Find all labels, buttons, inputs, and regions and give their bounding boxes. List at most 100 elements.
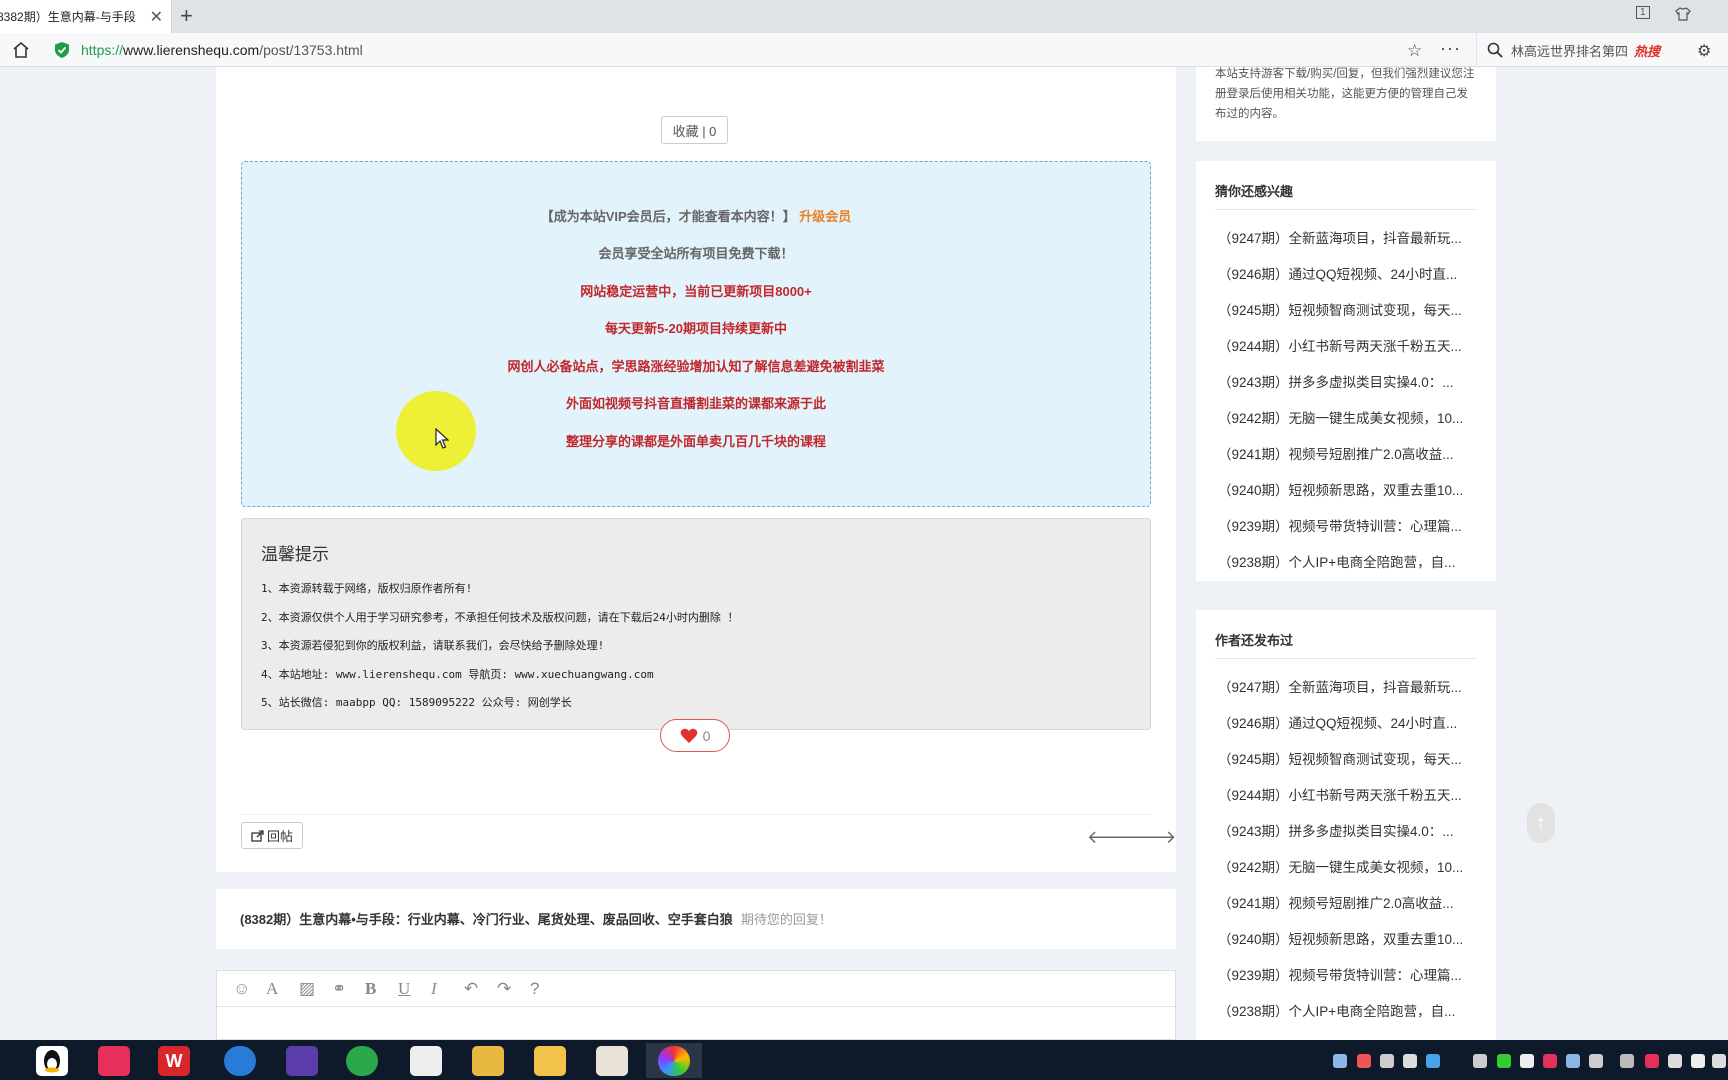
taskbar-app-3[interactable]	[274, 1043, 330, 1078]
url-protocol: https://	[81, 42, 124, 58]
home-icon[interactable]	[12, 41, 30, 59]
taskbar-app-qq[interactable]	[24, 1043, 80, 1078]
tray-icon[interactable]	[1426, 1054, 1440, 1068]
related-post-link[interactable]: （9242期）无脑一键生成美女视频，10...	[1218, 407, 1463, 427]
vip-head-line: 【成为本站VIP会员后，才能查看本内容！】 升级会员	[242, 206, 1150, 225]
upgrade-member-link[interactable]: 升级会员	[799, 209, 851, 224]
tray-icon[interactable]	[1520, 1054, 1534, 1068]
tray-icon[interactable]	[1333, 1054, 1347, 1068]
back-to-top-button[interactable]: ↑	[1527, 803, 1555, 843]
related-post-link[interactable]: （9239期）视频号带货特训营：心理篇...	[1218, 515, 1462, 535]
app-icon	[596, 1045, 628, 1076]
tray-icon[interactable]	[1645, 1054, 1659, 1068]
tray-icon[interactable]	[1691, 1054, 1705, 1068]
url-field[interactable]: https://www.lierenshequ.com/post/13753.h…	[81, 42, 363, 58]
taskbar-app-4[interactable]	[334, 1043, 390, 1078]
shirt-icon[interactable]	[1675, 7, 1691, 21]
tip-item: 4、本站地址: www.lierenshequ.com 导航页: www.xue…	[261, 668, 654, 681]
author-post-link[interactable]: （9246期）通过QQ短视频、24小时直...	[1218, 712, 1457, 732]
tray-icon[interactable]	[1566, 1054, 1580, 1068]
related-post-link[interactable]: （9245期）短视频智商测试变现，每天...	[1218, 299, 1462, 319]
author-post-link[interactable]: （9239期）视频号带货特训营：心理篇...	[1218, 964, 1462, 984]
bold-icon[interactable]: B	[365, 979, 398, 999]
taskbar-app-7[interactable]	[584, 1043, 640, 1078]
favorite-button[interactable]: 收藏 | 0	[661, 116, 728, 144]
tray-icon[interactable]	[1403, 1054, 1417, 1068]
tray-icon[interactable]	[1543, 1054, 1557, 1068]
new-tab-icon[interactable]: +	[180, 3, 193, 29]
taskbar-app-6[interactable]	[522, 1043, 578, 1078]
more-icon[interactable]: ···	[1440, 38, 1461, 59]
related-posts-title: 猜你还感兴趣	[1215, 184, 1294, 199]
help-icon[interactable]: ?	[530, 979, 563, 999]
tab-count-badge[interactable]: 1	[1636, 6, 1650, 19]
taskbar-app-browser[interactable]	[646, 1043, 702, 1078]
font-icon[interactable]: A	[266, 979, 299, 999]
app-icon	[346, 1045, 378, 1076]
next-post-icon[interactable]: 🡒	[1128, 827, 1176, 848]
author-post-link[interactable]: （9247期）全新蓝海项目，抖音最新玩...	[1218, 676, 1462, 696]
address-bar: https://www.lierenshequ.com/post/13753.h…	[0, 33, 1728, 67]
underline-icon[interactable]: U	[398, 979, 431, 999]
editor-toolbar: ☺ A ▨ ⚭ B U I ↶ ↷ ?	[217, 971, 1175, 1007]
wps-icon: W	[158, 1045, 190, 1076]
related-post-link[interactable]: （9241期）视频号短剧推广2.0高收益...	[1218, 443, 1454, 463]
related-post-link[interactable]: （9243期）拼多多虚拟类目实操4.0：...	[1218, 371, 1454, 391]
related-post-link[interactable]: （9246期）通过QQ短视频、24小时直...	[1218, 263, 1457, 283]
tip-item: 2、本资源仅供个人用于学习研究参考，不承担任何技术及版权问题，请在下载后24小时…	[261, 611, 739, 624]
tab-title: 8382期）生意内幕-与手段	[0, 10, 136, 24]
vip-notice-box: 【成为本站VIP会员后，才能查看本内容！】 升级会员 会员享受全站所有项目免费下…	[241, 161, 1151, 507]
redo-icon[interactable]: ↷	[497, 979, 530, 999]
extension-icon[interactable]: ⚙	[1697, 41, 1711, 61]
author-post-link[interactable]: （9238期）个人IP+电商全陪跑营，自...	[1218, 1000, 1455, 1020]
volume-icon[interactable]	[1712, 1054, 1726, 1068]
reply-editor[interactable]: ☺ A ▨ ⚭ B U I ↶ ↷ ?	[216, 970, 1176, 1040]
tray-icon[interactable]	[1497, 1054, 1511, 1068]
close-icon[interactable]: ✕	[150, 7, 163, 27]
tray-icon[interactable]	[1357, 1054, 1371, 1068]
image-icon[interactable]: ▨	[299, 979, 332, 999]
taskbar-app-5[interactable]	[398, 1043, 454, 1078]
tips-title: 温馨提示	[261, 545, 329, 564]
secure-shield-icon	[55, 42, 69, 58]
author-post-link[interactable]: （9243期）拼多多虚拟类目实操4.0：...	[1218, 820, 1454, 840]
taskbar-app-1[interactable]	[86, 1043, 142, 1078]
like-button[interactable]: 0	[660, 719, 730, 752]
related-post-link[interactable]: （9247期）全新蓝海项目，抖音最新玩...	[1218, 227, 1462, 247]
search-suggestion: 林高远世界排名第四	[1511, 43, 1629, 59]
search-icon	[1487, 42, 1503, 58]
author-post-link[interactable]: （9245期）短视频智商测试变现，每天...	[1218, 748, 1462, 768]
tray-icon[interactable]	[1668, 1054, 1682, 1068]
author-post-link[interactable]: （9241期）视频号短剧推广2.0高收益...	[1218, 892, 1454, 912]
divider	[1215, 209, 1477, 210]
browser-tab[interactable]: 8382期）生意内幕-与手段 ✕	[0, 0, 172, 33]
emoji-icon[interactable]: ☺	[233, 979, 266, 999]
link-icon[interactable]: ⚭	[332, 979, 365, 999]
like-count: 0	[702, 727, 711, 744]
related-post-link[interactable]: （9244期）小红书新号两天涨千粉五天...	[1218, 335, 1462, 355]
taskbar-app-wps[interactable]: W	[146, 1043, 202, 1078]
tray-icon[interactable]	[1380, 1054, 1394, 1068]
folder-icon	[472, 1045, 504, 1076]
browser-tab-bar: 8382期）生意内幕-与手段 ✕ + 1	[0, 0, 1728, 33]
author-post-link[interactable]: （9240期）短视频新思路，双重去重10...	[1218, 928, 1463, 948]
tray-icon[interactable]	[1589, 1054, 1603, 1068]
related-post-link[interactable]: （9238期）个人IP+电商全陪跑营，自...	[1218, 551, 1455, 571]
taskbar-app-explorer[interactable]	[460, 1043, 516, 1078]
italic-icon[interactable]: I	[431, 979, 464, 999]
author-post-link[interactable]: （9242期）无脑一键生成美女视频，10...	[1218, 856, 1463, 876]
related-post-link[interactable]: （9240期）短视频新思路，双重去重10...	[1218, 479, 1463, 499]
reply-hint: 期待您的回复！	[740, 912, 832, 927]
tray-icon[interactable]	[1473, 1054, 1487, 1068]
author-post-link[interactable]: （9244期）小红书新号两天涨千粉五天...	[1218, 784, 1462, 804]
undo-icon[interactable]: ↶	[464, 979, 497, 999]
browser-search-box[interactable]: 林高远世界排名第四 热搜	[1476, 33, 1686, 67]
reply-button[interactable]: 回帖	[241, 822, 303, 849]
heart-icon	[680, 728, 697, 743]
taskbar-app-2[interactable]	[212, 1043, 268, 1078]
app-icon	[286, 1045, 318, 1076]
tip-item: 5、站长微信: maabpp QQ: 1589095222 公众号: 网创学长	[261, 696, 572, 709]
os-taskbar: W	[0, 1040, 1728, 1080]
network-icon[interactable]	[1620, 1054, 1634, 1068]
bookmark-star-icon[interactable]: ☆	[1407, 41, 1422, 61]
